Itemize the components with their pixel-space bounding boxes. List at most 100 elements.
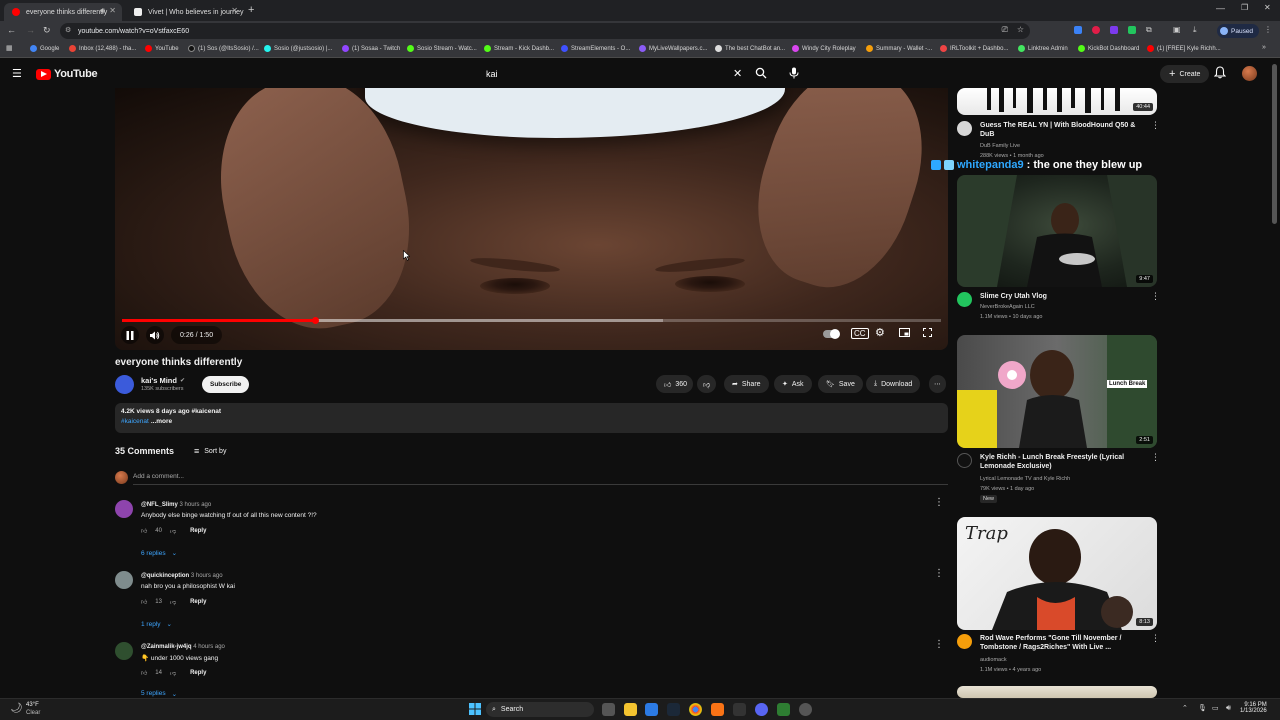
add-comment-input[interactable]: Add a comment... — [133, 473, 948, 485]
forward-icon[interactable]: → — [26, 25, 35, 35]
video-player[interactable]: 0:26 / 1:50 CC ⚙ — [115, 88, 948, 350]
channel-name[interactable]: kai's Mind ✔ — [141, 376, 185, 385]
comment-username[interactable]: @quickinception — [141, 573, 189, 579]
settings-gear-icon[interactable]: ⚙ — [875, 326, 885, 339]
comment-avatar[interactable] — [115, 500, 133, 518]
apps-grid-icon[interactable]: ▦ — [6, 44, 13, 52]
speaker-icon[interactable]: 🔊︎ — [1226, 703, 1231, 713]
recommended-title[interactable]: Slime Cry Utah Vlog — [980, 292, 1150, 301]
recommended-menu-icon[interactable]: ⋮ — [1151, 633, 1160, 644]
recommended-title[interactable]: Guess The REAL YN | With BloodHound Q50 … — [980, 121, 1150, 139]
menu-hamburger-icon[interactable]: ☰ — [12, 67, 22, 80]
recommended-channel[interactable]: NeverBrokeAgain LLC — [980, 304, 1035, 310]
notifications-bell-icon[interactable] — [1214, 66, 1226, 79]
discord-icon[interactable] — [755, 703, 768, 716]
bookmark-item[interactable]: Summary - Wallet -... — [866, 45, 932, 52]
chrome-icon[interactable] — [689, 703, 702, 716]
extension-icon[interactable] — [1074, 26, 1082, 34]
site-info-icon[interactable]: ⚙ — [65, 26, 71, 34]
comment-like-icon[interactable]: 👍︎ — [141, 669, 147, 677]
hashtag-link[interactable]: #kaicenat — [121, 418, 149, 425]
extensions-puzzle-icon[interactable]: ⧉ — [1146, 25, 1152, 35]
bookmark-item[interactable]: StreamElements - O... — [561, 45, 630, 52]
recommended-thumbnail[interactable]: Lunch Break 2:51 — [957, 335, 1157, 448]
terminal-icon[interactable] — [777, 703, 790, 716]
clear-search-icon[interactable]: ✕ — [733, 67, 742, 80]
volume-button[interactable] — [146, 326, 164, 344]
comment-username[interactable]: @Zainmalik-jw4jq — [141, 644, 192, 650]
video-progress-bar[interactable] — [122, 317, 941, 324]
voice-search-icon[interactable] — [789, 67, 799, 79]
store-icon[interactable] — [645, 703, 658, 716]
comment-reply-button[interactable]: Reply — [190, 670, 206, 676]
bookmark-item[interactable]: Windy City Roleplay — [792, 45, 856, 52]
bookmark-item[interactable]: The best ChatBot an... — [715, 45, 785, 52]
comment-dislike-icon[interactable]: 👎︎ — [170, 527, 176, 535]
description-box[interactable]: 4.2K views 8 days ago #kaicenat #kaicena… — [115, 403, 948, 433]
like-button[interactable]: 👍︎ 360 — [656, 375, 694, 393]
network-icon[interactable]: ▭ — [1212, 704, 1219, 712]
back-icon[interactable]: ← — [7, 25, 16, 35]
sort-by-button[interactable]: ≡ Sort by — [194, 446, 226, 456]
user-avatar[interactable] — [1242, 66, 1257, 81]
clock[interactable]: 9:16 PM 1/13/2026 — [1240, 702, 1267, 714]
recommended-menu-icon[interactable]: ⋮ — [1151, 452, 1160, 463]
extension-icon[interactable] — [1092, 26, 1100, 34]
comment-dislike-icon[interactable]: 👎︎ — [170, 669, 176, 677]
comment-reply-button[interactable]: Reply — [190, 528, 206, 534]
close-tab-icon[interactable]: ✕ — [231, 6, 238, 15]
bookmark-item[interactable]: Inbox (12,488) - tha... — [69, 45, 136, 52]
bookmark-item[interactable]: Stream - Kick Dashb... — [484, 45, 554, 52]
show-replies-button[interactable]: 1 reply ⌄ — [141, 620, 172, 629]
show-replies-button[interactable]: 6 replies ⌄ — [141, 549, 177, 558]
comment-avatar[interactable] — [115, 642, 133, 660]
recommended-channel[interactable]: audiomack — [980, 657, 1007, 663]
more-link[interactable]: ...more — [151, 418, 172, 425]
weather-temp[interactable]: 43°F — [26, 702, 39, 708]
recommended-title[interactable]: Kyle Richh - Lunch Break Freestyle (Lyri… — [980, 453, 1150, 471]
recommended-thumbnail[interactable]: 40:44 — [957, 88, 1157, 115]
task-view-icon[interactable] — [602, 703, 615, 716]
subscribe-button[interactable]: Subscribe — [202, 376, 250, 393]
audio-playing-icon[interactable]: 🔊︎ — [100, 6, 105, 16]
minimize-button[interactable]: — — [1216, 3, 1225, 13]
microphone-icon[interactable]: 🎙︎ — [1198, 704, 1207, 712]
bookmark-item[interactable]: (1) Sos (@ItsSosio) /... — [188, 45, 259, 52]
file-explorer-icon[interactable] — [624, 703, 637, 716]
address-bar[interactable]: ⚙ youtube.com/watch?v=oVstfaxcE60 ⎚ ☆ — [60, 23, 1030, 39]
recommended-channel[interactable]: Lyrical Lemonade TV and Kyle Richh — [980, 476, 1070, 482]
create-button[interactable]: + Create — [1160, 65, 1210, 83]
comment-menu-icon[interactable]: ⋮ — [934, 568, 944, 579]
pause-button[interactable] — [121, 326, 139, 344]
new-tab-button[interactable]: + — [248, 4, 254, 16]
extension-icon[interactable] — [1128, 26, 1136, 34]
page-scrollbar[interactable] — [1272, 64, 1277, 224]
cast-icon[interactable]: ⎚ — [1002, 25, 1008, 35]
dislike-button[interactable]: 👎︎ — [697, 375, 717, 393]
recommended-thumbnail[interactable]: 9:47 — [957, 175, 1157, 287]
comment-username[interactable]: @NFL_Slimy — [141, 502, 178, 508]
recommended-menu-icon[interactable]: ⋮ — [1151, 120, 1160, 131]
recommended-menu-icon[interactable]: ⋮ — [1151, 291, 1160, 302]
channel-avatar[interactable] — [957, 634, 972, 649]
maximize-button[interactable]: ❐ — [1241, 3, 1248, 12]
save-button[interactable]: 🔖︎ Save — [818, 375, 863, 393]
download-button[interactable]: ⤓ Download — [866, 375, 921, 393]
share-button[interactable]: ➦ Share — [724, 375, 769, 393]
channel-avatar[interactable] — [957, 453, 972, 468]
close-window-button[interactable]: ✕ — [1264, 3, 1271, 12]
recommended-title[interactable]: Rod Wave Performs "Gone Till November / … — [980, 634, 1150, 652]
search-input[interactable]: kai ✕ — [477, 65, 777, 83]
browser-menu-icon[interactable]: ⋮ — [1264, 25, 1272, 34]
bookmark-item[interactable]: (1) [FREE] Kyle Richh... — [1147, 45, 1221, 52]
miniplayer-icon[interactable] — [899, 328, 910, 337]
scrubber-handle[interactable] — [311, 317, 319, 324]
bookmark-item[interactable]: Google — [30, 45, 59, 52]
bookmark-item[interactable]: KickBot Dashboard — [1078, 45, 1139, 52]
bookmark-item[interactable]: (1) Sosaa - Twitch — [342, 45, 400, 52]
profile-paused-button[interactable]: Paused — [1217, 24, 1260, 38]
tray-chevron-icon[interactable]: ⌃ — [1182, 704, 1188, 712]
app-icon[interactable] — [711, 703, 724, 716]
obs-icon[interactable] — [799, 703, 812, 716]
autoplay-toggle[interactable] — [823, 329, 840, 339]
